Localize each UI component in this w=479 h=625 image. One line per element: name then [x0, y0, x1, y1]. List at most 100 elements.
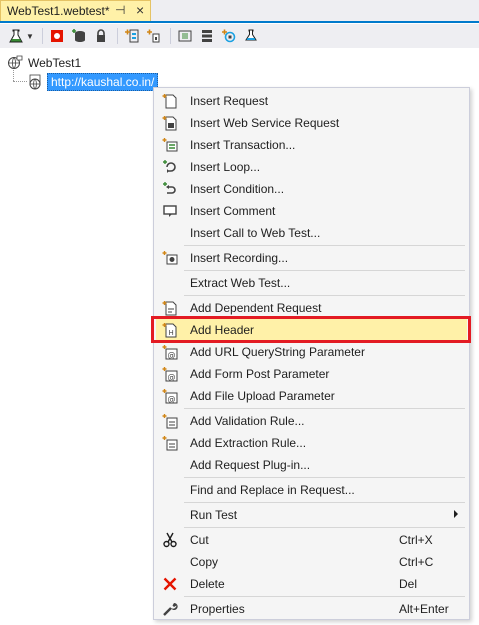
menu-item-insert-web-service-request[interactable]: Insert Web Service Request	[156, 112, 467, 134]
menu-item-add-validation-rule[interactable]: Add Validation Rule...	[156, 410, 467, 432]
add-header-callout	[151, 316, 471, 343]
menu-item-shortcut: Del	[399, 577, 418, 591]
add-test-icon[interactable]	[6, 26, 26, 46]
menu-separator	[184, 596, 465, 597]
menu-item-insert-loop[interactable]: Insert Loop...	[156, 156, 467, 178]
tree-connector	[13, 81, 27, 82]
menu-item-add-request-plugin[interactable]: Add Request Plug-in...	[156, 454, 467, 476]
pin-icon[interactable]: ⊣	[115, 3, 125, 17]
add-extraction-rule-icon	[162, 435, 178, 451]
cut-icon	[162, 532, 178, 548]
webtest-root-icon	[8, 55, 23, 69]
menu-item-insert-request[interactable]: Insert Request	[156, 90, 467, 112]
generate-code-icon[interactable]	[197, 26, 217, 46]
svg-text:@: @	[168, 373, 176, 382]
menu-item-shortcut: Ctrl+C	[399, 555, 434, 569]
insert-transaction-icon	[162, 137, 178, 153]
menu-item-shortcut: Ctrl+X	[399, 533, 433, 547]
menu-item-label: Copy	[190, 555, 219, 569]
document-tab-strip: WebTest1.webtest* ⊣ ×	[0, 0, 479, 23]
menu-separator	[184, 245, 465, 246]
tab-title: WebTest1.webtest*	[7, 4, 110, 18]
menu-item-copy[interactable]: Copy Ctrl+C	[156, 551, 467, 573]
menu-item-label: Cut	[190, 533, 209, 547]
menu-item-label: Add Validation Rule...	[190, 414, 305, 428]
menu-item-label: Insert Call to Web Test...	[190, 226, 321, 240]
toolbar-separator	[116, 28, 118, 44]
add-form-post-icon: @	[162, 366, 178, 382]
menu-separator	[184, 527, 465, 528]
menu-item-label: Add Dependent Request	[190, 301, 322, 315]
insert-comment-icon	[162, 203, 178, 219]
add-datasource-icon[interactable]	[69, 26, 89, 46]
menu-item-add-extraction-rule[interactable]: Add Extraction Rule...	[156, 432, 467, 454]
menu-item-add-url-querystring-parameter[interactable]: @ Add URL QueryString Parameter	[156, 341, 467, 363]
menu-separator	[184, 295, 465, 296]
insert-webservice-icon	[162, 115, 178, 131]
insert-loop-icon	[162, 159, 178, 175]
menu-item-label: Extract Web Test...	[190, 276, 291, 290]
menu-item-extract-web-test[interactable]: Extract Web Test...	[156, 272, 467, 294]
menu-item-label: Run Test	[190, 508, 238, 522]
menu-item-label: Insert Request	[190, 94, 269, 108]
menu-item-add-file-upload-parameter[interactable]: @ Add File Upload Parameter	[156, 385, 467, 407]
menu-item-properties[interactable]: Properties Alt+Enter	[156, 598, 467, 620]
parameterize-icon[interactable]	[122, 26, 142, 46]
close-icon[interactable]: ×	[136, 2, 144, 18]
menu-item-insert-recording[interactable]: Insert Recording...	[156, 247, 467, 269]
toolbar-separator	[41, 28, 43, 44]
insert-recording-icon	[162, 250, 178, 266]
menu-item-label: Insert Web Service Request	[190, 116, 340, 130]
menu-item-find-and-replace[interactable]: Find and Replace in Request...	[156, 479, 467, 501]
menu-item-insert-condition[interactable]: Insert Condition...	[156, 178, 467, 200]
context-menu: Insert Request Insert Web Service Reques…	[153, 87, 470, 620]
menu-item-insert-transaction[interactable]: Insert Transaction...	[156, 134, 467, 156]
menu-item-shortcut: Alt+Enter	[399, 602, 449, 616]
svg-text:@: @	[168, 395, 176, 404]
add-querystring-icon: @	[162, 344, 178, 360]
tree-node-webtest1[interactable]: WebTest1	[7, 55, 81, 71]
menu-item-cut[interactable]: Cut Ctrl+X	[156, 529, 467, 551]
menu-item-insert-call-to-web-test[interactable]: Insert Call to Web Test...	[156, 222, 467, 244]
menu-item-label: Add Extraction Rule...	[190, 436, 307, 450]
toolbar-separator	[169, 28, 171, 44]
menu-item-add-form-post-parameter[interactable]: @ Add Form Post Parameter	[156, 363, 467, 385]
webtest-toolbar: ▼	[0, 24, 479, 48]
submenu-arrow-icon	[454, 510, 458, 518]
menu-item-delete[interactable]: Delete Del	[156, 573, 467, 595]
menu-item-label: Add File Upload Parameter	[190, 389, 335, 403]
credentials-icon[interactable]	[91, 26, 111, 46]
settings-icon[interactable]	[175, 26, 195, 46]
menu-item-label: Insert Transaction...	[190, 138, 296, 152]
menu-item-label: Add Request Plug-in...	[190, 458, 311, 472]
menu-separator	[184, 477, 465, 478]
svg-text:@: @	[168, 351, 176, 360]
tree-connector	[13, 70, 14, 81]
delete-icon	[162, 576, 178, 592]
tab-webtest1[interactable]: WebTest1.webtest* ⊣ ×	[0, 0, 151, 21]
context-icon[interactable]	[219, 26, 239, 46]
menu-item-label: Insert Loop...	[190, 160, 261, 174]
add-file-upload-icon: @	[162, 388, 178, 404]
add-plugin-icon[interactable]	[144, 26, 164, 46]
menu-separator	[184, 270, 465, 271]
menu-separator	[184, 502, 465, 503]
menu-separator	[184, 408, 465, 409]
dropdown-arrow-icon[interactable]: ▼	[26, 32, 34, 41]
run-icon[interactable]	[241, 26, 261, 46]
menu-item-label: Add Form Post Parameter	[190, 367, 330, 381]
insert-condition-icon	[162, 181, 178, 197]
menu-item-insert-comment[interactable]: Insert Comment	[156, 200, 467, 222]
record-icon[interactable]	[47, 26, 67, 46]
menu-item-label: Insert Condition...	[190, 182, 285, 196]
menu-item-label: Insert Comment	[190, 204, 276, 218]
tree-node-request[interactable]: http://kaushal.co.in/	[27, 73, 159, 91]
menu-item-label: Find and Replace in Request...	[190, 483, 355, 497]
menu-item-label: Delete	[190, 577, 225, 591]
menu-item-label: Properties	[190, 602, 245, 616]
tree-request-label: http://kaushal.co.in/	[47, 73, 159, 91]
menu-item-run-test[interactable]: Run Test	[156, 504, 467, 526]
insert-request-icon	[162, 93, 178, 109]
menu-item-label: Add URL QueryString Parameter	[190, 345, 365, 359]
menu-item-label: Insert Recording...	[190, 251, 289, 265]
